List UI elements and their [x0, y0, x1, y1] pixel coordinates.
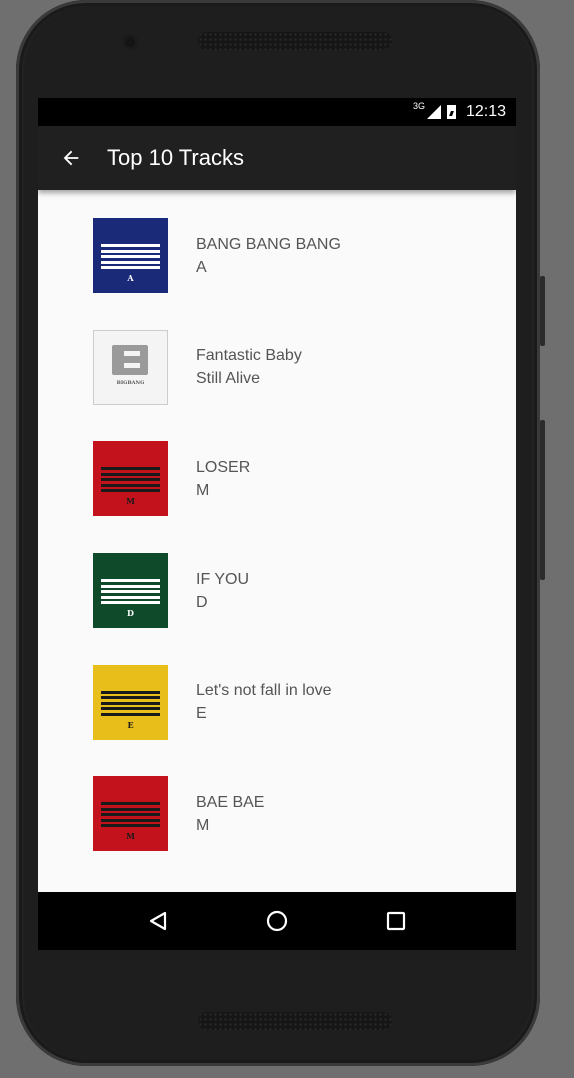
track-title: BANG BANG BANG: [196, 235, 341, 253]
track-row[interactable]: M LOSER M: [38, 423, 516, 535]
nav-home-button[interactable]: [257, 901, 297, 941]
power-button[interactable]: [540, 420, 545, 580]
track-album: E: [196, 705, 207, 723]
track-album: Still Alive: [196, 370, 261, 388]
track-album: D: [196, 593, 208, 611]
nav-recents-button[interactable]: [376, 901, 416, 941]
battery-charging-icon: [446, 105, 456, 119]
device-screen: 3G 12:13 Top 10 Tracks A BANG BANG BANG A B…: [38, 98, 516, 950]
top-speaker-grille: [198, 32, 392, 50]
track-row[interactable]: D IF YOU D: [38, 535, 516, 647]
track-row[interactable]: A BANG BANG BANG A: [38, 200, 516, 312]
signal-icon: [426, 105, 441, 119]
front-camera: [122, 34, 138, 50]
bottom-speaker-grille: [198, 1012, 392, 1030]
album-cover-m-icon: M: [93, 441, 168, 517]
album-cover-a-icon: A: [93, 218, 168, 294]
nav-back-button[interactable]: [138, 901, 178, 941]
track-row[interactable]: M BAE BAE M: [38, 758, 516, 870]
triangle-back-icon: [149, 911, 166, 931]
track-title: BAE BAE: [196, 793, 265, 811]
track-text: Fantastic Baby Still Alive: [196, 344, 302, 390]
track-text: BANG BANG BANG A: [196, 233, 341, 279]
album-cover-d-icon: D: [93, 553, 168, 629]
track-text: BAE BAE M: [196, 791, 264, 837]
track-row[interactable]: E Let's not fall in love E: [38, 646, 516, 758]
cover-lettering: D: [127, 608, 134, 619]
volume-button[interactable]: [540, 276, 545, 346]
page-title: Top 10 Tracks: [107, 145, 244, 170]
back-arrow-button[interactable]: [58, 145, 84, 171]
track-title: LOSER: [196, 458, 251, 476]
track-album: M: [196, 816, 210, 834]
network-type: 3G: [412, 101, 425, 111]
navigation-bar: [38, 892, 516, 950]
status-time: 12:13: [465, 103, 506, 120]
app-bar: Top 10 Tracks: [38, 126, 516, 190]
track-row[interactable]: BIGBANG Fantastic Baby Still Alive: [38, 312, 516, 424]
track-title: Fantastic Baby: [196, 347, 302, 365]
cover-lettering: E: [127, 719, 134, 730]
cover-lettering: BIGBANG: [116, 379, 145, 386]
status-bar: 3G 12:13: [38, 98, 516, 126]
track-album: A: [196, 258, 207, 276]
album-cover-m-icon: M: [93, 776, 168, 852]
album-cover-still-alive-icon: BIGBANG: [93, 329, 168, 405]
cover-lettering: M: [126, 831, 135, 842]
track-album: M: [196, 481, 210, 499]
album-cover-e-icon: E: [93, 664, 168, 740]
track-title: IF YOU: [196, 570, 250, 588]
track-text: LOSER M: [196, 456, 250, 502]
cover-lettering: A: [127, 273, 134, 284]
track-text: IF YOU D: [196, 568, 249, 614]
cover-lettering: M: [126, 496, 135, 507]
track-text: Let's not fall in love E: [196, 679, 332, 725]
track-list[interactable]: A BANG BANG BANG A BIGBANG Fantastic Baby Sti…: [38, 190, 516, 870]
square-recents-icon: [387, 911, 406, 931]
track-title: Let's not fall in love: [196, 682, 332, 700]
circle-home-icon: [266, 910, 288, 932]
arrow-left-icon: [63, 150, 79, 166]
